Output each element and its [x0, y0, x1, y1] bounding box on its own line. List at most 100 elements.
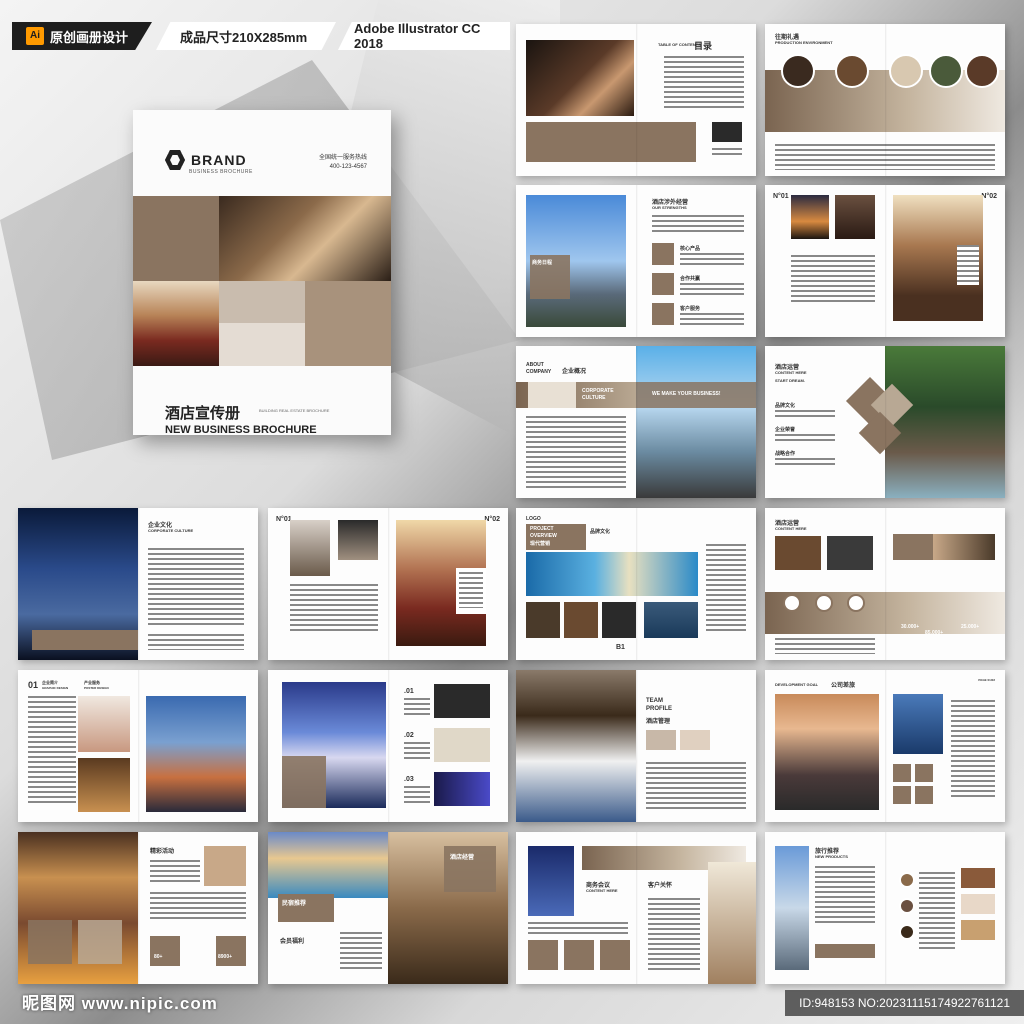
tag-size: 成品尺寸210X285mm	[156, 22, 336, 50]
text-lines	[150, 892, 246, 922]
handshake-photo	[933, 534, 995, 560]
illustrator-icon: Ai	[26, 27, 44, 45]
chef-photo	[526, 40, 634, 116]
icon-box	[652, 303, 674, 325]
text-lines	[706, 544, 746, 634]
tower-photo	[893, 694, 943, 754]
text-lines	[646, 762, 746, 810]
spread-burj: .01 .02 .03	[268, 670, 508, 822]
conference-hall-photo	[133, 281, 219, 366]
watermark-id: ID:948153 NO:20231115174922761121	[785, 990, 1024, 1016]
small-photo	[712, 122, 742, 142]
icon-box	[150, 936, 180, 966]
icon-box	[216, 936, 246, 966]
thumbnail-circle	[965, 54, 999, 88]
glass-building-photo	[775, 846, 809, 970]
photo	[434, 684, 490, 718]
spread-recommend: 旅行推荐 NEW PRODUCTS	[765, 832, 1005, 984]
room-photo	[528, 382, 576, 408]
text-lines	[652, 215, 744, 235]
text-lines	[775, 144, 995, 170]
text-lines	[680, 313, 744, 325]
text-lines	[528, 922, 628, 934]
tag-design: Ai 原创画册设计	[12, 22, 152, 50]
spread-n01: N°01 N°02	[268, 508, 508, 660]
text-lines	[150, 860, 200, 884]
photo	[434, 728, 490, 762]
text-lines	[340, 932, 382, 972]
color-block	[282, 756, 326, 808]
thumbnail-circle	[899, 898, 915, 914]
night-building-photo	[528, 846, 574, 916]
conference-room-photo	[516, 670, 636, 822]
text-lines	[526, 416, 626, 488]
thumbnail-circle	[835, 54, 869, 88]
spread-operation: 酒店运营 CONTENT HERE START DREAM. 品牌文化 企业荣誉…	[765, 346, 1005, 498]
pool-photo	[268, 832, 388, 898]
text-lines	[775, 458, 835, 468]
spread-toc: TABLE OF CONTENTS 目录	[516, 24, 756, 176]
spread-strengths: 商务日程 酒店涉外经营 OUR STRENGTHS 核心产品 合作共赢 客户服务	[516, 185, 756, 337]
color-block	[219, 323, 305, 366]
color-band	[526, 122, 696, 162]
spread-project: LOGO PROJECT OVERVIEW 现代营销 品牌文化 B1	[516, 508, 756, 660]
icon-box	[893, 764, 911, 782]
photo	[775, 536, 821, 570]
text-lines	[680, 283, 744, 295]
header-tags: Ai 原创画册设计 成品尺寸210X285mm Adobe Illustrator…	[0, 22, 510, 50]
hexagon-icon	[165, 150, 185, 170]
photo	[644, 602, 698, 638]
icon-box	[528, 940, 558, 970]
tag-software: Adobe Illustrator CC 2018	[338, 22, 510, 50]
thumbnail-circle	[899, 924, 915, 940]
thumbnail-circle	[781, 54, 815, 88]
color-block	[219, 281, 305, 323]
spread-operation2: 酒店运营 CONTENT HERE 30.000+ 85.000+ 25.000…	[765, 508, 1005, 660]
spread-environment: 往期礼遇 PRODUCTION ENVIRONMENT	[765, 24, 1005, 176]
text-lines	[404, 742, 430, 762]
icon-box	[893, 786, 911, 804]
text-lines	[957, 245, 979, 285]
text-lines	[148, 634, 244, 650]
text-lines	[815, 866, 875, 926]
diamond-icon-box	[845, 376, 895, 426]
icon-box	[915, 764, 933, 782]
photo	[526, 602, 560, 638]
color-block	[305, 281, 391, 366]
photo	[961, 920, 995, 940]
spread-numbers: N°01 N°02	[765, 185, 1005, 337]
color-band	[815, 944, 875, 958]
icon-box	[600, 940, 630, 970]
text-lines	[648, 898, 700, 970]
text-lines	[148, 548, 244, 628]
photo	[564, 602, 598, 638]
service-photo	[338, 520, 378, 560]
text-lines	[919, 872, 955, 952]
photo	[646, 730, 676, 750]
text-lines	[775, 410, 835, 420]
photo	[680, 730, 710, 750]
thumbnail-circle	[899, 872, 915, 888]
color-block	[893, 534, 933, 560]
brochure-cover: BRAND BUSINESS BROCHURE 全国统一服务热线 400-123…	[133, 110, 391, 436]
text-lines	[459, 572, 483, 608]
curved-building-photo	[146, 696, 246, 812]
icon-circle	[847, 594, 865, 612]
text-lines	[775, 638, 875, 654]
photo	[204, 846, 246, 886]
cover-title-small: BUILDING REAL ESTATE BROCHURE	[259, 408, 330, 413]
spread-bnb: 酒店经营 民宿推荐 会员福利	[268, 832, 508, 984]
text-lines	[290, 584, 378, 634]
cover-title-cn: 酒店宣传册	[165, 405, 241, 422]
hotel-room-photo	[219, 196, 391, 281]
photo	[434, 772, 490, 806]
garden-photo	[885, 346, 1005, 498]
thumbnail-circle	[929, 54, 963, 88]
photo	[827, 536, 873, 570]
spread-team: TEAM PROFILE 酒店管理	[516, 670, 756, 822]
interior-photo	[835, 195, 875, 239]
text-lines	[664, 56, 744, 108]
hotel-photo	[791, 195, 829, 239]
text-lines	[791, 255, 875, 305]
brand-name: BRAND	[191, 152, 247, 168]
